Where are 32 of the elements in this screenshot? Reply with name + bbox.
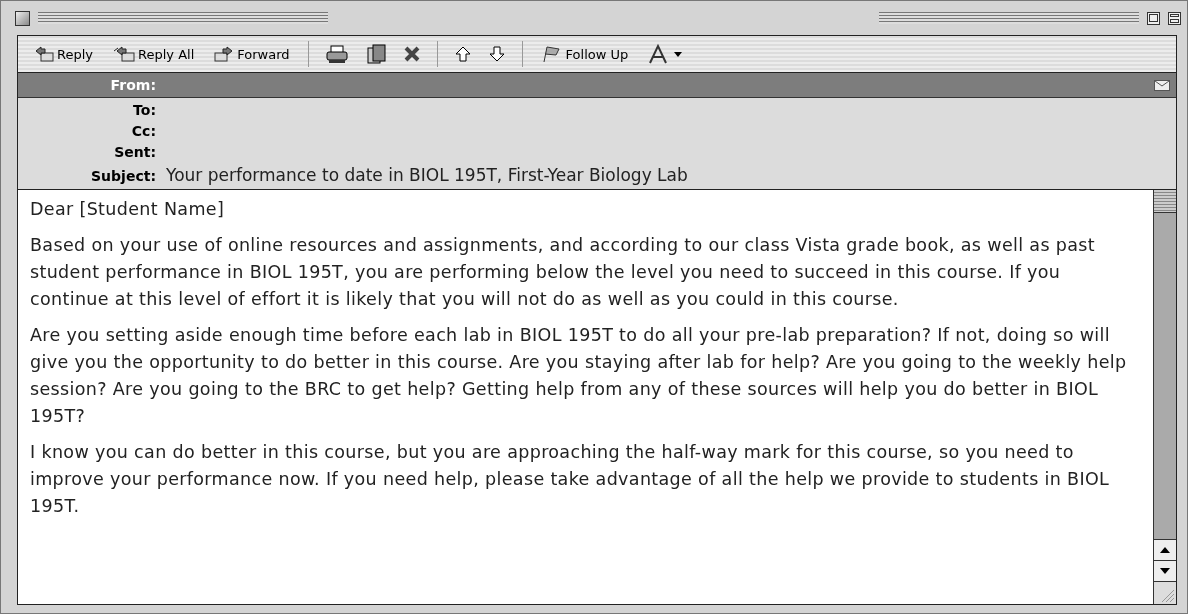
printer-icon[interactable] [324, 44, 349, 64]
reply-button[interactable]: Reply [32, 44, 95, 64]
forward-icon [214, 46, 235, 62]
paragraph: Based on your use of online resources and assignments, and according to our class Vista grade book, as well as past student performance in BIOL 195T, you are performing below the level you need to succeed in this course. If you continue at this level of effort it is likely that you will not do as well as you could in this course. [30, 234, 1097, 311]
forward-button[interactable]: Forward [212, 44, 292, 64]
field-label: Cc: [130, 123, 156, 139]
reply-all-button[interactable]: Reply All [111, 44, 197, 64]
collapse-icon[interactable] [1147, 11, 1160, 25]
reply-icon [34, 46, 54, 62]
field-label: Sent: [113, 144, 156, 160]
field-label: Subject: [90, 168, 156, 184]
paragraph: I know you can do better in this course, but you are approaching the half-way mark for this course, so you need to improve your performance now. If you need help, please take advantage of all the help we provide to students in BIOL 195T. [30, 441, 1111, 518]
scroll-up-icon[interactable] [1154, 539, 1176, 560]
flag-icon [540, 45, 563, 63]
paragraph: Are you setting aside enough time before each lab in BIOL 195T to do all your pre-lab preparation? If not, doing so will give you the opportunity to do better in this course. Are you staying after lab for help? Are you going to the weekly help session? Are you going to the BRC to get help? Getting help from any of these sources will help you do better in BIOL 195T? [30, 324, 1128, 428]
paragraph: Dear [Student Name] [30, 198, 226, 221]
down-arrow-icon[interactable] [487, 45, 506, 63]
envelope-icon [1154, 79, 1170, 91]
folders-icon[interactable] [364, 43, 387, 65]
resize-grip-icon[interactable] [1154, 581, 1176, 604]
follow-up-button[interactable]: Follow Up [538, 43, 631, 65]
subject-text: Your performance to date in BIOL 195T, First-Year Biology Lab [166, 165, 688, 185]
up-arrow-icon[interactable] [453, 45, 472, 63]
field-label: To: [132, 102, 156, 118]
field-label: From: [109, 77, 156, 93]
reply-all-icon [113, 46, 135, 62]
zoom-icon[interactable] [1168, 11, 1181, 25]
close-box[interactable] [15, 10, 30, 26]
scrollbar[interactable] [1153, 190, 1176, 604]
delete-icon[interactable] [402, 45, 421, 63]
scroll-thumb[interactable] [1154, 190, 1176, 213]
scroll-down-icon[interactable] [1154, 560, 1176, 581]
